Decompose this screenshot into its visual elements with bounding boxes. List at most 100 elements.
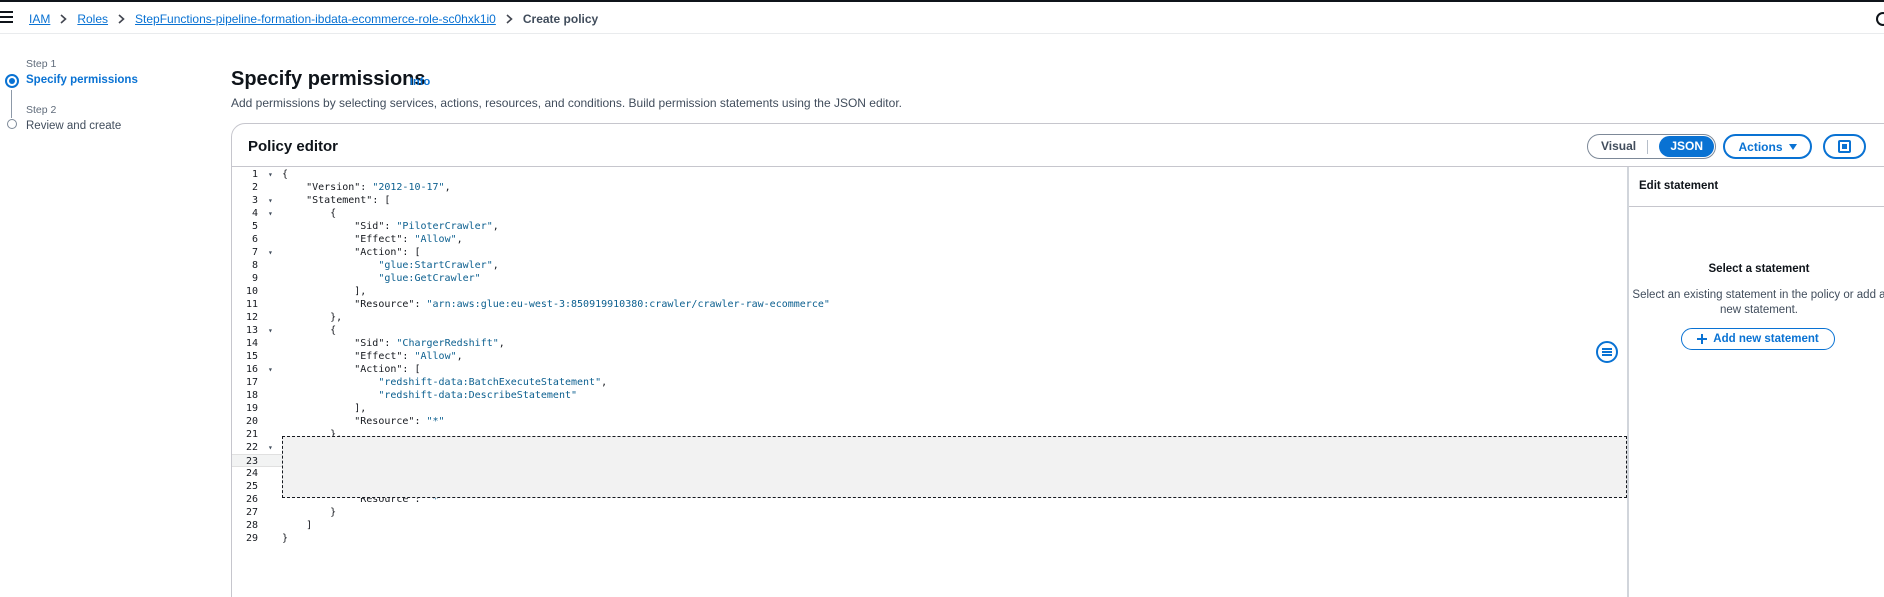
code-text: "Effect": "Allow",	[354, 234, 463, 245]
code-line[interactable]: 6 "Effect": "Allow",	[232, 233, 1627, 246]
code-line[interactable]: 22 ▾ {	[232, 441, 1627, 454]
chevron-right-icon	[60, 14, 68, 24]
line-number: 7	[251, 247, 258, 258]
code-line[interactable]: 4 ▾ {	[232, 207, 1627, 220]
code-line[interactable]: 2 "Version": "2012-10-17",	[232, 181, 1627, 194]
code-line[interactable]: 9 "glue:GetCrawler"	[232, 272, 1627, 285]
breadcrumb-iam[interactable]: IAM	[29, 12, 50, 26]
code-line[interactable]: 27 }	[232, 506, 1627, 519]
fold-toggle-icon[interactable]: ▾	[268, 324, 273, 337]
code-line[interactable]: 25 "Action": "redshift-serverless:GetCre…	[232, 480, 1627, 493]
line-number: 11	[245, 299, 258, 310]
edit-statement-title: Edit statement	[1639, 180, 1719, 192]
mode-visual-button[interactable]: Visual	[1590, 136, 1647, 157]
code-text: "Statement": [	[306, 195, 391, 206]
code-line[interactable]: 29}	[232, 532, 1627, 545]
mode-json-button[interactable]: JSON	[1659, 136, 1714, 157]
info-link[interactable]: Info	[410, 76, 430, 88]
editor-preferences-icon[interactable]	[1596, 341, 1618, 363]
breadcrumb-bar: IAM Roles StepFunctions-pipeline-formati…	[0, 2, 1884, 34]
chevron-right-icon	[506, 14, 513, 24]
line-number: 4	[251, 208, 258, 219]
code-line[interactable]: 28 ]	[232, 519, 1627, 532]
line-number: 23	[245, 456, 258, 467]
help-icon[interactable]	[1876, 12, 1884, 26]
editor-mode-toggle: Visual JSON	[1587, 134, 1716, 159]
line-number: 12	[245, 312, 258, 323]
code-text: "Sid": "PiloterCrawler",	[354, 221, 499, 232]
code-text: }	[282, 533, 289, 544]
line-number: 16	[245, 364, 258, 375]
policy-editor-panel: Policy editor Visual JSON Actions 29} 28 …	[231, 123, 1884, 597]
fold-toggle-icon[interactable]: ▾	[268, 363, 273, 376]
code-text: "glue:StartCrawler",	[378, 260, 499, 271]
page-description: Add permissions by selecting services, a…	[231, 96, 902, 110]
line-number: 3	[251, 195, 258, 206]
policy-editor-header: Policy editor Visual JSON Actions	[232, 124, 1884, 166]
fullscreen-icon	[1838, 140, 1851, 153]
code-text: "Resource": "*"	[354, 416, 445, 427]
actions-label: Actions	[1738, 139, 1783, 154]
breadcrumb-roles[interactable]: Roles	[77, 12, 108, 26]
json-code-editor[interactable]: 29} 28 ] 27 } 26 "Resource": "*" 25 "Action"…	[232, 167, 1627, 597]
code-text: ],	[282, 286, 367, 297]
code-line[interactable]: 8 "glue:StartCrawler",	[232, 259, 1627, 272]
code-line[interactable]: 21 },	[232, 428, 1627, 441]
code-line[interactable]: 12 },	[232, 311, 1627, 324]
step-1-indicator-icon	[5, 74, 19, 88]
code-text: {	[282, 442, 337, 453]
page-title: Specify permissions	[231, 68, 426, 90]
fold-toggle-icon[interactable]: ▾	[268, 207, 273, 220]
line-number: 10	[245, 286, 258, 297]
line-number: 9	[251, 273, 258, 284]
side-panel-divider	[1629, 206, 1884, 207]
step-connector	[11, 90, 12, 118]
code-line[interactable]: 1 ▾ {	[232, 168, 1627, 181]
code-text: "Resource": "arn:aws:glue:eu-west-3:8509…	[354, 299, 830, 310]
code-line[interactable]: 15 "Effect": "Allow",	[232, 350, 1627, 363]
add-new-statement-button[interactable]: Add new statement	[1681, 328, 1835, 350]
code-line[interactable]: 17 "redshift-data:BatchExecuteStatement"…	[232, 376, 1627, 389]
select-statement-heading: Select a statement	[1708, 263, 1810, 275]
code-line[interactable]: 23 "Sid": "AuthentifierRedshift",	[232, 454, 1627, 467]
line-number: 13	[245, 325, 258, 336]
add-new-statement-label: Add new statement	[1713, 333, 1819, 345]
step-1-name[interactable]: Specify permissions	[26, 74, 200, 86]
code-text: "Effect": "Allow",	[354, 351, 463, 362]
fold-toggle-icon[interactable]: ▾	[268, 194, 273, 207]
code-line[interactable]: 11 "Resource": "arn:aws:glue:eu-west-3:8…	[232, 298, 1627, 311]
code-line[interactable]: 5 "Sid": "PiloterCrawler",	[232, 220, 1627, 233]
line-number: 14	[245, 338, 258, 349]
hamburger-menu-icon[interactable]	[0, 11, 13, 23]
code-line[interactable]: 10 ],	[232, 285, 1627, 298]
code-line[interactable]: 24 "Effect": "Allow",	[232, 467, 1627, 480]
code-line[interactable]: 18 "redshift-data:DescribeStatement"	[232, 389, 1627, 402]
edit-statement-panel: Edit statement Select a statement Select…	[1629, 167, 1884, 597]
line-number: 8	[251, 260, 258, 271]
mode-divider	[1647, 139, 1649, 154]
code-text: {	[282, 208, 337, 219]
step-2-name: Review and create	[26, 120, 122, 132]
code-line[interactable]: 20 "Resource": "*"	[232, 415, 1627, 428]
line-number: 22	[245, 442, 258, 453]
fold-toggle-icon[interactable]: ▾	[268, 246, 273, 259]
code-line[interactable]: 7 ▾ "Action": [	[232, 246, 1627, 259]
code-line[interactable]: 13 ▾ {	[232, 324, 1627, 337]
code-line[interactable]: 16 ▾ "Action": [	[232, 363, 1627, 376]
code-text: "redshift-data:DescribeStatement"	[378, 390, 578, 401]
select-statement-text: Select an existing statement in the poli…	[1632, 289, 1884, 316]
code-line[interactable]: 3 ▾ "Statement": [	[232, 194, 1627, 207]
line-number: 27	[245, 507, 258, 518]
fullscreen-button[interactable]	[1823, 134, 1866, 159]
breadcrumb-role[interactable]: StepFunctions-pipeline-formation-ibdata-…	[135, 12, 496, 26]
code-line[interactable]: 19 ],	[232, 402, 1627, 415]
code-line[interactable]: 14 "Sid": "ChargerRedshift",	[232, 337, 1627, 350]
code-text: }	[282, 507, 337, 518]
actions-dropdown-button[interactable]: Actions	[1723, 134, 1812, 159]
code-line[interactable]: 26 "Resource": "*"	[232, 493, 1627, 506]
fold-toggle-icon[interactable]: ▾	[268, 168, 273, 181]
code-text: "Resource": "*"	[354, 494, 445, 505]
code-text: "Sid": "AuthentifierRedshift",	[354, 456, 535, 467]
fold-toggle-icon[interactable]: ▾	[268, 441, 273, 454]
line-number: 18	[245, 390, 258, 401]
